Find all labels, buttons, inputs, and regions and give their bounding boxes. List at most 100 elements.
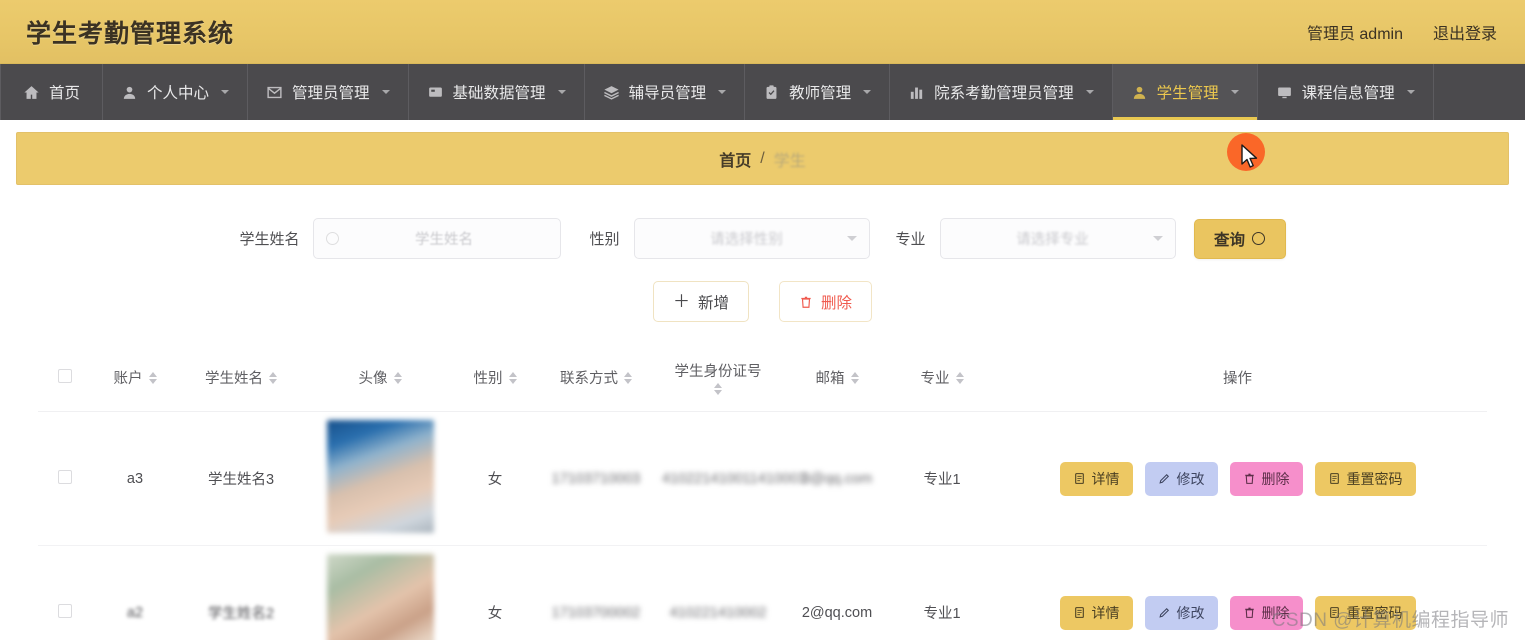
pencil-icon (1158, 606, 1171, 619)
detail-button[interactable]: 详情 (1059, 595, 1133, 630)
nav-item-basic-data-management[interactable]: 基础数据管理 (409, 64, 585, 120)
select-gender[interactable]: 请选择性别 (633, 218, 870, 259)
nav-item-personal-center[interactable]: 个人中心 (103, 64, 249, 120)
table-body: a3 学生姓名3 女 17103710003 41022141001141000… (38, 411, 1487, 640)
major-label: 专业 (895, 231, 926, 248)
monitor-icon (1276, 84, 1293, 101)
student-name-placeholder: 学生姓名 (414, 232, 473, 248)
chevron-down-icon (381, 90, 390, 94)
detail-button-label: 详情 (1091, 604, 1120, 621)
query-button[interactable]: 查询 (1193, 218, 1286, 259)
row-delete-button-label: 删除 (1261, 470, 1290, 487)
sort-arrows-icon[interactable] (624, 371, 632, 384)
id-number-value: 410221410011410003 (662, 470, 807, 487)
nav-label: 学生管理 (1156, 85, 1219, 102)
cell-operations: 详情 修改 删除 重置密码 (988, 411, 1487, 546)
gender-field-group: 性别 请选择性别 (589, 218, 870, 259)
sort-arrows-icon[interactable] (714, 383, 722, 395)
query-button-label: 查询 (1214, 231, 1246, 249)
column-avatar[interactable]: 头像 (304, 344, 456, 412)
edit-button-label: 修改 (1176, 470, 1205, 487)
nav-item-student-management[interactable]: 学生管理 (1112, 64, 1258, 120)
header-right-group: 管理员 admin 退出登录 (1307, 20, 1497, 44)
nav-item-counselor-management[interactable]: 辅导员管理 (585, 64, 746, 120)
sort-arrows-icon[interactable] (955, 371, 964, 384)
select-all-checkbox[interactable] (58, 368, 72, 383)
row-delete-button[interactable]: 删除 (1229, 461, 1303, 496)
app-header: 学生考勤管理系统 管理员 admin 退出登录 (0, 0, 1525, 64)
row-delete-button[interactable]: 删除 (1229, 595, 1303, 630)
select-major[interactable]: 请选择专业 (939, 218, 1176, 259)
chevron-down-icon (557, 90, 566, 94)
cell-student-name: 学生姓名2 (178, 545, 304, 640)
column-major[interactable]: 专业 (896, 344, 988, 412)
column-phone[interactable]: 联系方式 (534, 344, 658, 412)
column-gender[interactable]: 性别 (456, 344, 534, 412)
student-name-field-group: 学生姓名 学生姓名 (239, 218, 562, 259)
students-table-container: 账户 学生姓名 头像 性别 联系方式 学生身份证号 邮箱 专业 操作 a3 学生… (0, 344, 1525, 640)
cell-phone: 17103710003 (534, 411, 658, 546)
chevron-down-icon (863, 90, 872, 94)
add-button[interactable]: ＋ 新增 (652, 281, 749, 322)
plus-icon: ＋ (672, 292, 690, 311)
nav-item-department-attendance-admin[interactable]: 院系考勤管理员管理 (890, 64, 1113, 120)
cell-id-number: 410221410011410003 (658, 411, 806, 546)
row-operations: 详情 修改 删除 重置密码 (992, 461, 1483, 496)
cell-major: 专业1 (896, 545, 988, 640)
detail-button[interactable]: 详情 (1059, 461, 1133, 496)
cell-avatar (304, 411, 456, 546)
nav-label: 教师管理 (789, 85, 852, 102)
reset-password-button[interactable]: 重置密码 (1314, 461, 1416, 496)
row-checkbox[interactable] (58, 603, 72, 618)
edit-button[interactable]: 修改 (1144, 595, 1218, 630)
database-icon (427, 84, 444, 101)
trash-icon (1243, 606, 1256, 619)
nav-item-admin-management[interactable]: 管理员管理 (248, 64, 409, 120)
logout-button[interactable]: 退出登录 (1433, 20, 1497, 44)
column-student-name[interactable]: 学生姓名 (178, 344, 304, 412)
row-checkbox[interactable] (58, 469, 72, 484)
chevron-down-icon (221, 90, 230, 94)
sort-arrows-icon[interactable] (393, 371, 402, 384)
cell-operations: 详情 修改 删除 重置密码 (988, 545, 1487, 640)
sort-arrows-icon[interactable] (508, 371, 517, 384)
app-title: 学生考勤管理系统 (26, 19, 235, 48)
row-operations: 详情 修改 删除 重置密码 (992, 595, 1483, 630)
nav-item-home[interactable]: 首页 (0, 64, 104, 120)
nav-item-course-info-management[interactable]: 课程信息管理 (1258, 64, 1434, 120)
circle-icon (326, 232, 340, 245)
phone-value: 17103710003 (551, 470, 641, 487)
avatar (326, 420, 434, 533)
breadcrumb-home[interactable]: 首页 (719, 147, 751, 171)
chevron-down-icon (1085, 90, 1094, 94)
column-account[interactable]: 账户 (92, 344, 178, 412)
table-row[interactable]: a2 学生姓名2 女 17103700002 410221410002 2@qq… (38, 545, 1487, 640)
document-icon (1328, 606, 1341, 619)
breadcrumb: 首页 / 学生 (16, 132, 1509, 185)
delete-button[interactable]: 删除 (779, 281, 873, 322)
search-input-student-name[interactable]: 学生姓名 (313, 218, 562, 259)
current-user-label[interactable]: 管理员 admin (1307, 20, 1403, 44)
document-icon (1073, 606, 1086, 619)
nav-item-teacher-management[interactable]: 教师管理 (745, 64, 891, 120)
user-icon (121, 84, 138, 101)
column-email[interactable]: 邮箱 (778, 344, 896, 412)
sort-arrows-icon[interactable] (269, 371, 277, 384)
reset-password-button[interactable]: 重置密码 (1314, 595, 1416, 630)
column-id-number[interactable]: 学生身份证号 (658, 344, 778, 412)
reset-password-button-label: 重置密码 (1346, 604, 1403, 621)
cell-email: 2@qq.com (778, 545, 896, 640)
table-row[interactable]: a3 学生姓名3 女 17103710003 41022141001141000… (38, 411, 1487, 546)
cell-gender: 女 (456, 411, 534, 546)
edit-button[interactable]: 修改 (1144, 461, 1218, 496)
cell-gender: 女 (456, 545, 534, 640)
cell-phone: 17103700002 (534, 545, 658, 640)
sort-arrows-icon[interactable] (148, 371, 157, 384)
nav-label: 课程信息管理 (1301, 85, 1395, 102)
avatar (326, 554, 434, 640)
column-label: 账户 (113, 371, 143, 387)
students-table: 账户 学生姓名 头像 性别 联系方式 学生身份证号 邮箱 专业 操作 a3 学生… (38, 344, 1487, 640)
mouse-cursor-icon (1241, 144, 1258, 168)
sort-arrows-icon[interactable] (850, 371, 859, 384)
row-delete-button-label: 删除 (1261, 604, 1290, 621)
